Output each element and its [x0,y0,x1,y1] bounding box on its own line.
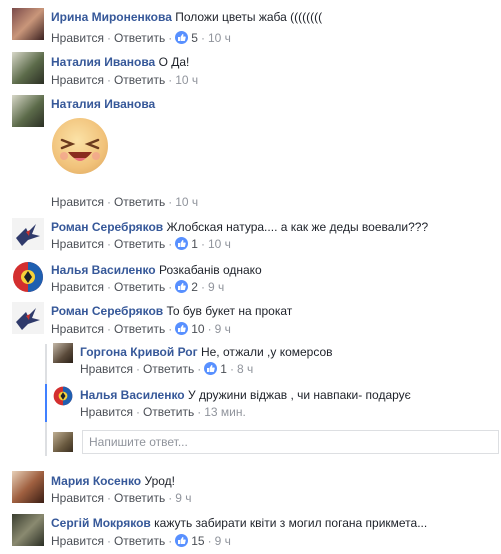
comment-author[interactable]: Мария Косенко [51,474,141,488]
comment-time[interactable]: 9 ч [175,491,191,505]
comment-time[interactable]: 8 ч [237,362,253,376]
like-button[interactable]: Нравится [51,322,104,336]
avatar[interactable] [12,8,44,40]
comment-text: Розкабанів однако [158,263,262,277]
comment-author[interactable]: Налья Василенко [80,388,185,402]
reply-box[interactable] [82,430,499,454]
comment-author[interactable]: Роман Серебряков [51,304,163,318]
like-button[interactable]: Нравится [80,405,133,419]
like-button[interactable]: Нравится [80,362,133,376]
comment-time[interactable]: 13 мин. [204,405,246,419]
reply-button[interactable]: Ответить [114,237,165,251]
comment-time[interactable]: 9 ч [215,322,231,336]
avatar[interactable] [12,95,44,127]
laughing-sticker [52,118,108,174]
current-user-avatar [53,432,73,452]
like-count[interactable]: 5 [191,31,198,45]
avatar[interactable] [12,302,44,334]
comment-text: Не, отжали ,у комерсов [200,345,333,359]
comment-text: О Да! [158,55,190,69]
avatar[interactable] [12,218,44,250]
comment-time[interactable]: 9 ч [208,280,224,294]
like-count-icon [204,362,218,375]
like-count-icon [175,322,189,335]
comment-author[interactable]: Налья Василенко [51,263,156,277]
avatar[interactable] [53,343,73,363]
reply-button[interactable]: Ответить [143,362,194,376]
comment-time[interactable]: 10 ч [208,31,231,45]
avatar[interactable] [12,261,44,293]
like-button[interactable]: Нравится [51,280,104,294]
reply-input[interactable] [83,431,498,453]
avatar[interactable] [12,471,44,503]
comment-time[interactable]: 10 ч [175,73,198,87]
reply-button[interactable]: Ответить [114,491,165,505]
like-button[interactable]: Нравится [51,31,104,45]
comment-author[interactable]: Гоpгона Кривой Рог [80,345,198,359]
like-count[interactable]: 1 [191,237,198,251]
comment-text: кажуть забирати квіти з могил погана при… [154,516,428,530]
like-count[interactable]: 10 [191,322,204,336]
like-button[interactable]: Нравится [51,195,104,209]
comment-text: У дружини віджав , чи навпаки- подарує [187,388,411,402]
comment-time[interactable]: 10 ч [175,195,198,209]
reply-button[interactable]: Ответить [114,280,165,294]
like-count-icon [175,31,189,44]
like-count-icon [175,280,189,293]
reply-button[interactable]: Ответить [143,405,194,419]
comment-text: Положи цветы жаба (((((((( [175,10,323,24]
comment-text: То був букет на прокат [166,304,293,318]
comment-author[interactable]: Ирина Мироненкова [51,10,172,24]
comment-text: Урод! [144,474,175,488]
new-reply-marker [45,384,47,422]
like-button[interactable]: Нравится [51,73,104,87]
like-count[interactable]: 2 [191,280,198,294]
like-count-icon [175,534,189,547]
comment-time[interactable]: 9 ч [215,534,231,548]
avatar[interactable] [53,386,73,406]
comment-author[interactable]: Роман Серебряков [51,220,163,234]
reply-button[interactable]: Ответить [114,31,165,45]
like-button[interactable]: Нравится [51,491,104,505]
reply-button[interactable]: Ответить [114,195,165,209]
like-count[interactable]: 1 [220,362,227,376]
avatar[interactable] [12,52,44,84]
reply-button[interactable]: Ответить [114,322,165,336]
avatar[interactable] [12,514,44,546]
comment-text: Жлобская натура.... а как же деды воевал… [166,220,429,234]
comment-author[interactable]: Наталия Иванова [51,97,155,111]
like-button[interactable]: Нравится [51,534,104,548]
like-button[interactable]: Нравится [51,237,104,251]
reply-button[interactable]: Ответить [114,73,165,87]
comment-author[interactable]: Наталия Иванова [51,55,155,69]
like-count-icon [175,237,189,250]
comment-time[interactable]: 10 ч [208,237,231,251]
like-count[interactable]: 15 [191,534,204,548]
comment-author[interactable]: Сергій Мокряков [51,516,151,530]
reply-button[interactable]: Ответить [114,534,165,548]
